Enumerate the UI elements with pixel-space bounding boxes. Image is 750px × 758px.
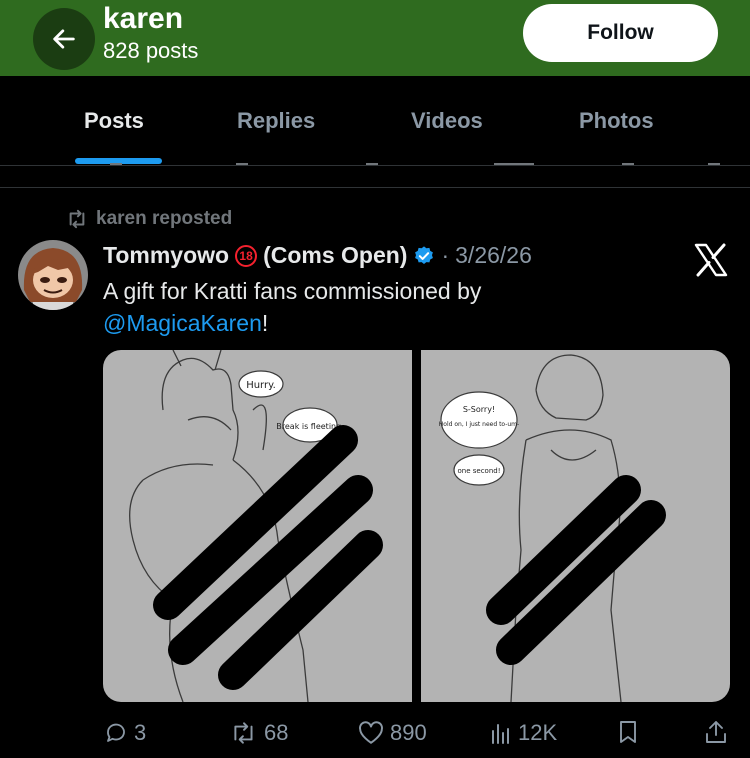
reply-count: 3 [134,720,147,745]
author-name[interactable]: Tommyowo [103,242,229,269]
sketch-left: Hurry. Break is fleeting. [129,350,383,702]
avatar[interactable] [18,240,88,310]
speech-bubble-right-1: S-Sorry! Hold on, I just need to-um- [439,391,519,449]
repost-button[interactable]: 68 [230,720,288,746]
bubble-text-sorry: S-Sorry! [463,405,495,414]
repost-indicator[interactable]: karen reposted [66,208,232,230]
mention-link[interactable]: @MagicaKaren [103,310,262,336]
share-button[interactable] [705,720,727,744]
repost-icon [69,209,85,229]
post-action-bar: 3 68 890 12K [0,718,750,754]
profile-header: karen 828 posts Follow [0,0,750,76]
post-date[interactable]: 3/26/26 [455,242,532,269]
share-icon [706,721,726,743]
comment-icon [107,723,125,742]
post-author-line: Tommyowo 18 (Coms Open) · 3/26/26 [103,242,532,269]
sketch-right: S-Sorry! Hold on, I just need to-um- one… [439,354,666,702]
heart-icon [359,721,383,744]
repost-icon [234,722,253,744]
post-media[interactable]: Hurry. Break is fleeting. S-Sorry! Hold … [103,350,730,702]
follow-button[interactable]: Follow [523,4,718,62]
tab-videos[interactable]: Videos [411,108,483,134]
like-count: 890 [390,720,427,745]
back-button[interactable] [33,8,95,70]
avatar-image [18,240,88,310]
x-logo-icon[interactable] [693,242,729,278]
tab-photos[interactable]: Photos [579,108,654,134]
views-button[interactable]: 12K [490,720,557,746]
bookmark-icon [620,721,636,743]
bubble-text-one-second: one second! [457,467,500,475]
profile-name: karen [103,2,184,35]
bubble-text-hurry: Hurry. [246,380,276,391]
post-text-end: ! [261,310,269,336]
speech-bubble-left-1: Hurry. [238,370,284,398]
repost-count: 68 [264,720,289,745]
like-button[interactable]: 890 [358,720,427,746]
arrow-left-icon [53,29,75,49]
age-restricted-badge: 18 [235,244,258,267]
date-separator: · [441,242,450,268]
views-count: 12K [518,720,558,745]
views-bar-chart-icon [492,724,509,744]
post-text: A gift for Kratti fans commissioned by @… [103,275,723,339]
speech-bubble-right-2: one second! [453,454,505,486]
censor-scribble-right [486,475,666,665]
reply-button[interactable]: 3 [104,720,146,746]
media-image-left[interactable]: Hurry. Break is fleeting. [103,350,412,702]
author-name-suffix[interactable]: (Coms Open) [263,242,407,269]
tab-replies[interactable]: Replies [237,108,315,134]
tab-posts[interactable]: Posts [84,108,144,134]
previous-post-action-bar [0,157,750,167]
post-text-body: A gift for Kratti fans commissioned by [103,278,482,304]
bubble-text-hold-on: Hold on, I just need to-um- [439,421,519,428]
post-divider [0,187,750,188]
post-count: 828 posts [103,38,199,63]
verified-badge-icon [415,245,434,264]
media-image-right[interactable]: S-Sorry! Hold on, I just need to-um- one… [421,350,730,702]
bookmark-button[interactable] [618,720,638,744]
repost-label: karen reposted [96,208,233,229]
censor-scribble-left [153,425,383,690]
